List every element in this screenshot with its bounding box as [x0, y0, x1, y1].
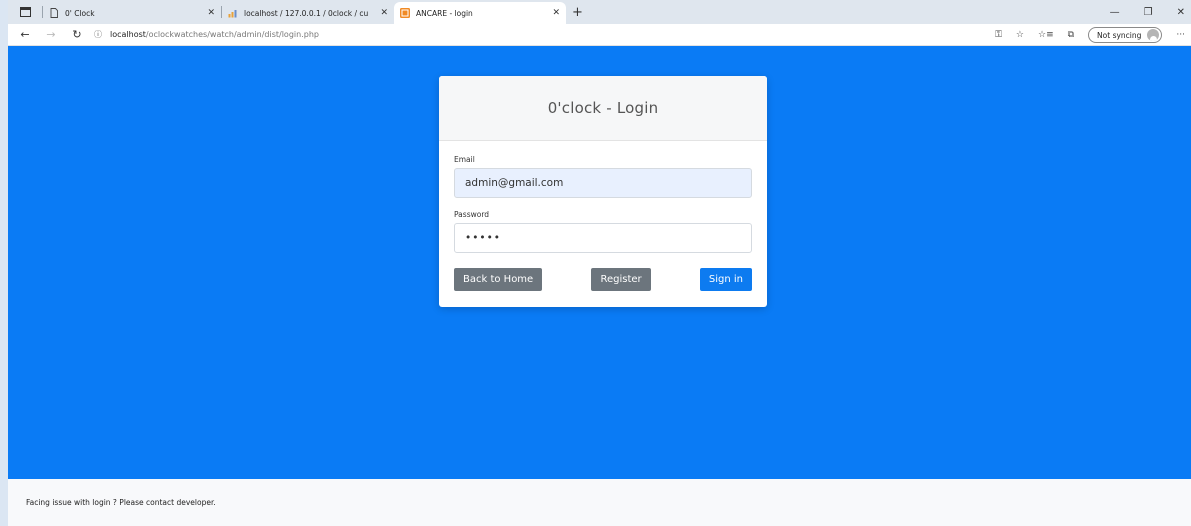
password-field[interactable]: •••••	[454, 223, 752, 253]
phpmyadmin-icon	[228, 10, 237, 18]
key-icon[interactable]: ⚿	[995, 30, 1002, 40]
ancare-icon	[400, 8, 410, 18]
register-button[interactable]: Register	[591, 268, 651, 291]
password-label: Password	[454, 210, 490, 219]
more-menu-icon[interactable]: ···	[1176, 30, 1185, 40]
login-form: Email admin@gmail.com Password ••••• Bac…	[439, 141, 767, 291]
page-title: 0'clock - Login	[547, 99, 659, 117]
email-label: Email	[454, 155, 475, 164]
page-icon	[50, 8, 58, 18]
forward-arrow-icon[interactable]: →	[38, 28, 64, 41]
card-header: 0'clock - Login	[439, 76, 767, 141]
password-group: Password •••••	[454, 210, 752, 253]
close-icon[interactable]: ✕	[552, 8, 560, 18]
minimize-icon[interactable]: —	[1110, 7, 1120, 18]
url-path: /oclockwatches/watch/admin/dist/login.ph…	[145, 30, 319, 39]
tab-oclock[interactable]: 0' Clock ✕	[43, 2, 221, 24]
tab-phpmyadmin[interactable]: localhost / 127.0.0.1 / 0clock / cu ✕	[222, 2, 394, 24]
url-field[interactable]: ⓘ localhost/oclockwatches/watch/admin/di…	[94, 29, 319, 40]
tab-label: ANCARE - login	[416, 8, 473, 18]
new-tab-icon[interactable]: +	[572, 5, 583, 20]
avatar	[1147, 29, 1160, 41]
browser-toolbar: ⚿ ☆ ☆≡ ⧉ Not syncing ···	[995, 24, 1185, 46]
refresh-icon[interactable]: ↻	[64, 28, 90, 41]
tab-label: localhost / 127.0.0.1 / 0clock / cu	[244, 8, 369, 18]
favorite-add-icon[interactable]: ☆	[1016, 30, 1024, 40]
favorites-icon[interactable]: ☆≡	[1038, 30, 1054, 40]
url-host: localhost	[110, 30, 146, 39]
close-icon[interactable]: ✕	[380, 8, 388, 18]
tab-label: 0' Clock	[65, 8, 95, 18]
footer: Facing issue with login ? Please contact…	[8, 479, 1191, 526]
close-icon[interactable]: ✕	[207, 8, 215, 18]
back-to-home-button[interactable]: Back to Home	[454, 268, 543, 291]
back-arrow-icon[interactable]: ←	[12, 28, 38, 41]
tab-actions-icon	[19, 7, 31, 17]
tab-strip: 0' Clock ✕ localhost / 127.0.0.1 / 0cloc…	[8, 0, 1191, 24]
restore-icon[interactable]: ❐	[1144, 7, 1153, 18]
email-field[interactable]: admin@gmail.com	[454, 168, 752, 198]
sign-in-button[interactable]: Sign in	[699, 268, 752, 291]
collections-icon[interactable]: ⧉	[1068, 30, 1074, 40]
sync-label: Not syncing	[1097, 30, 1142, 40]
login-card: 0'clock - Login Email admin@gmail.com Pa…	[439, 76, 767, 307]
tab-actions-button[interactable]	[8, 0, 42, 24]
profile-sync-button[interactable]: Not syncing	[1088, 27, 1163, 43]
footer-text: Facing issue with login ? Please contact…	[26, 498, 216, 507]
close-window-icon[interactable]: ✕	[1177, 7, 1185, 18]
browser-window: 0' Clock ✕ localhost / 127.0.0.1 / 0cloc…	[8, 0, 1191, 526]
tab-ancare-login[interactable]: ANCARE - login ✕	[394, 2, 566, 24]
address-bar: ← → ↻ ⓘ localhost/oclockwatches/watch/ad…	[8, 24, 1191, 46]
form-actions: Back to Home Register Sign in	[454, 268, 752, 291]
email-group: Email admin@gmail.com	[454, 155, 752, 198]
window-controls: — ❐ ✕	[1110, 0, 1185, 24]
page-content: 0'clock - Login Email admin@gmail.com Pa…	[8, 46, 1191, 479]
info-icon[interactable]: ⓘ	[94, 29, 102, 40]
